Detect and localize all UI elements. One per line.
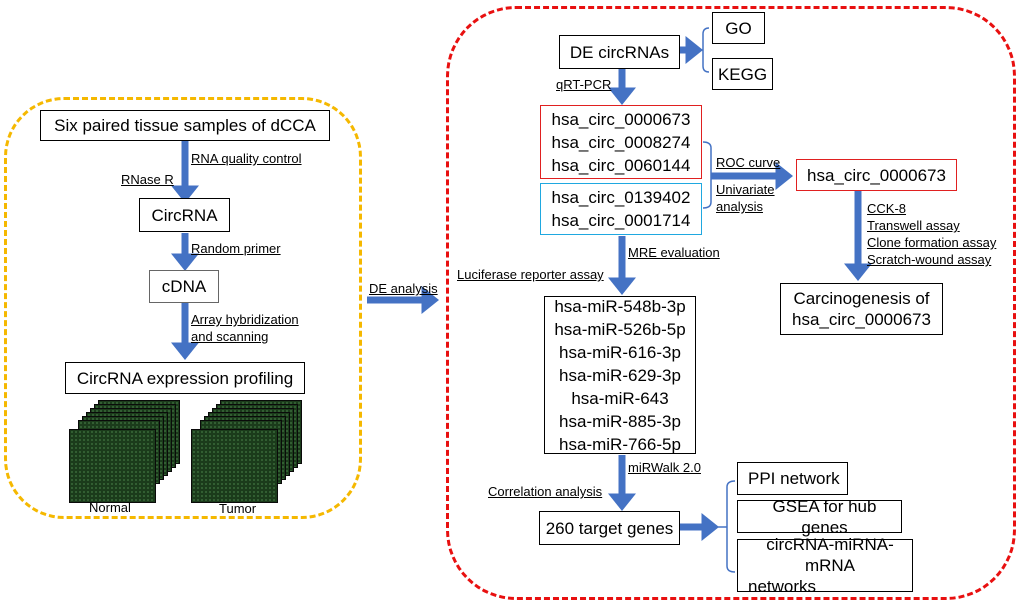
other-circ-group: hsa_circ_0139402 hsa_circ_0001714 <box>540 183 702 235</box>
upregulated-circ-group: hsa_circ_0000673 hsa_circ_0008274 hsa_ci… <box>540 105 702 179</box>
label-mre-evaluation: MRE evaluation <box>628 245 720 260</box>
target-genes-text: 260 target genes <box>545 518 674 538</box>
ppi-network-box: PPI network <box>737 462 848 495</box>
samples-text: Six paired tissue samples of dCCA <box>54 116 316 135</box>
bracket-outputs <box>726 480 736 573</box>
label-cck8: CCK-8 <box>867 201 907 216</box>
cdna-text: cDNA <box>161 277 207 296</box>
profiling-text: CircRNA expression profiling <box>76 368 294 388</box>
label-transwell: Transwell assay <box>867 218 960 233</box>
target-genes-box: 260 target genes <box>539 511 680 545</box>
mirna-id: hsa-miR-643 <box>571 388 669 408</box>
label-mirwalk: miRWalk 2.0 <box>628 460 701 475</box>
label-luciferase: Luciferase reporter assay <box>457 267 604 282</box>
label-rna-quality-control: RNA quality control <box>191 151 302 166</box>
kegg-text: KEGG <box>717 64 768 84</box>
ppi-text: PPI network <box>748 469 840 488</box>
carcinogenesis-line2: hsa_circ_0000673 <box>792 310 931 329</box>
carcinogenesis-box: Carcinogenesis of hsa_circ_0000673 <box>780 283 943 335</box>
de-circrnas-box: DE circRNAs <box>559 35 680 69</box>
label-univariate: Univariate <box>716 182 775 197</box>
circrna-box: CircRNA <box>139 198 230 232</box>
mirna-box: hsa-miR-548b-3p hsa-miR-526b-5p hsa-miR-… <box>544 296 696 454</box>
cdna-box: cDNA <box>149 270 219 303</box>
network-line1: circRNA-miRNA-mRNA <box>766 535 894 575</box>
circrna-text: CircRNA <box>151 205 218 225</box>
bracket-go-kegg <box>702 27 710 73</box>
label-and-scanning: and scanning <box>191 329 269 344</box>
label-analysis: analysis <box>716 199 763 214</box>
bracket-groups <box>702 141 712 209</box>
mirna-id: hsa-miR-616-3p <box>559 342 681 362</box>
label-random-primer: Random primer <box>191 241 281 256</box>
mirna-id: hsa-miR-766-5p <box>559 434 681 454</box>
go-box: GO <box>712 12 765 44</box>
label-rnase-r: RNase R <box>121 172 174 187</box>
circ-id: hsa_circ_0008274 <box>551 132 691 152</box>
network-line2: networks <box>748 577 817 596</box>
gsea-text: GSEA for hub genes <box>772 496 877 537</box>
normal-caption: Normal <box>89 500 131 515</box>
mirna-id: hsa-miR-885-3p <box>559 411 681 431</box>
selected-circ-text: hsa_circ_0000673 <box>807 165 946 185</box>
tumor-caption: Tumor <box>219 501 257 516</box>
label-qrtpcr: qRT-PCR <box>556 77 612 92</box>
label-roc-curve: ROC curve <box>716 155 781 170</box>
samples-box: Six paired tissue samples of dCCA <box>40 110 330 141</box>
label-correlation: Correlation analysis <box>488 484 603 499</box>
selected-circ-box: hsa_circ_0000673 <box>796 159 957 191</box>
circ-id: hsa_circ_0000673 <box>551 109 691 129</box>
mirna-id: hsa-miR-548b-3p <box>554 296 686 316</box>
mirna-id: hsa-miR-526b-5p <box>554 319 686 339</box>
label-scratch-wound: Scratch-wound assay <box>867 252 992 267</box>
profiling-box: CircRNA expression profiling <box>65 362 305 394</box>
kegg-box: KEGG <box>712 58 773 90</box>
circ-id: hsa_circ_0001714 <box>551 211 691 230</box>
go-text: GO <box>725 18 752 38</box>
mirna-id: hsa-miR-629-3p <box>559 365 681 385</box>
carcinogenesis-line1: Carcinogenesis of <box>793 289 930 308</box>
circ-id: hsa_circ_0139402 <box>551 188 691 207</box>
label-clone-formation: Clone formation assay <box>867 235 997 250</box>
label-array-hybridization: Array hybridization <box>191 312 299 327</box>
de-circrnas-text: DE circRNAs <box>569 42 670 62</box>
label-de-analysis: DE analysis <box>369 281 438 296</box>
network-box: circRNA-miRNA-mRNA networks <box>737 535 913 596</box>
circ-id: hsa_circ_0060144 <box>551 155 691 175</box>
gsea-box: GSEA for hub genes <box>737 497 902 537</box>
